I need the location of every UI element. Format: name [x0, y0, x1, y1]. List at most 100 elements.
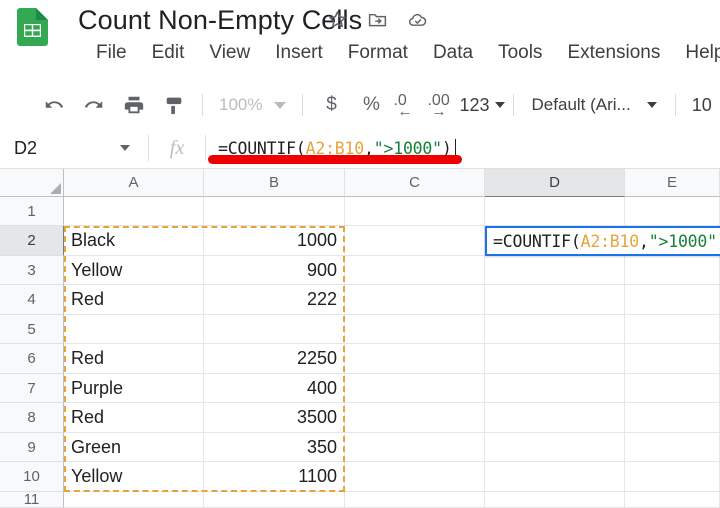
move-to-folder-icon[interactable]	[367, 9, 388, 30]
paint-format-icon[interactable]	[159, 90, 189, 120]
cell-E4[interactable]	[625, 285, 720, 315]
cell-B5[interactable]	[204, 315, 345, 344]
cell-C5[interactable]	[345, 315, 485, 344]
cell-E10[interactable]	[625, 462, 720, 492]
cell-B7[interactable]: 400	[204, 374, 345, 403]
cell-C2[interactable]	[345, 226, 485, 256]
row-header-11[interactable]: 11	[0, 491, 64, 508]
font-family-selector[interactable]: Default (Ari...	[522, 95, 667, 115]
cell-E9[interactable]	[625, 433, 720, 462]
cell-A9[interactable]: Green	[64, 433, 204, 462]
cell-C9[interactable]	[345, 433, 485, 462]
menu-item-tools[interactable]: Tools	[498, 40, 542, 66]
cell-E7[interactable]	[625, 374, 720, 403]
column-header-c[interactable]: C	[345, 169, 485, 197]
number-format-menu[interactable]: 123	[459, 95, 505, 116]
cell-D7[interactable]	[485, 374, 625, 403]
font-size-value[interactable]: 10	[684, 95, 712, 116]
cell-A5[interactable]	[64, 315, 204, 344]
cell-C1[interactable]	[345, 197, 485, 226]
cell-E11[interactable]	[625, 492, 720, 508]
cell-D5[interactable]	[485, 315, 625, 344]
name-box[interactable]: D2	[0, 128, 148, 168]
cell-A6[interactable]: Red	[64, 344, 204, 374]
menu-item-insert[interactable]: Insert	[275, 40, 323, 66]
select-all-corner[interactable]	[0, 169, 64, 197]
cell-editor-d2[interactable]: =COUNTIF(A2:B10,">1000")	[485, 226, 720, 256]
cell-A4[interactable]: Red	[64, 285, 204, 315]
cell-C7[interactable]	[345, 374, 485, 403]
cell-D6[interactable]	[485, 344, 625, 374]
cell-E5[interactable]	[625, 315, 720, 344]
row-header-1[interactable]: 1	[0, 197, 64, 226]
menu-item-view[interactable]: View	[209, 40, 250, 66]
cell-B6[interactable]: 2250	[204, 344, 345, 374]
cell-B10[interactable]: 1100	[204, 462, 345, 492]
cell-D9[interactable]	[485, 433, 625, 462]
menu-item-extensions[interactable]: Extensions	[567, 40, 660, 66]
column-header-d[interactable]: D	[485, 169, 625, 197]
cloud-saved-icon[interactable]	[407, 9, 428, 30]
cell-D3[interactable]	[485, 256, 625, 285]
cell-C10[interactable]	[345, 462, 485, 492]
column-header-e[interactable]: E	[625, 169, 720, 197]
cell-B9[interactable]: 350	[204, 433, 345, 462]
row-header-9[interactable]: 9	[0, 433, 64, 462]
cell-B11[interactable]	[204, 492, 345, 508]
star-icon[interactable]	[327, 9, 348, 30]
menu-item-help[interactable]: Help	[685, 40, 720, 66]
row-header-8[interactable]: 8	[0, 403, 64, 433]
decrease-decimal-button[interactable]: .0 ←	[391, 90, 425, 120]
menu-item-edit[interactable]: Edit	[152, 40, 185, 66]
cell-A10[interactable]: Yellow	[64, 462, 204, 492]
column-header-a[interactable]: A	[64, 169, 204, 197]
cell-B1[interactable]	[204, 197, 345, 226]
row-header-6[interactable]: 6	[0, 344, 64, 374]
redo-icon[interactable]	[79, 90, 109, 120]
cell-E6[interactable]	[625, 344, 720, 374]
cell-D4[interactable]	[485, 285, 625, 315]
menu-item-file[interactable]: File	[96, 40, 127, 66]
editor-comma: ,	[639, 231, 649, 251]
cell-D11[interactable]	[485, 492, 625, 508]
zoom-control[interactable]: 100%	[211, 95, 294, 115]
currency-format-button[interactable]: $	[316, 90, 346, 120]
percent-format-button[interactable]: %	[356, 90, 386, 120]
cell-A11[interactable]	[64, 492, 204, 508]
row-header-3[interactable]: 3	[0, 256, 64, 285]
print-icon[interactable]	[119, 90, 149, 120]
cell-C3[interactable]	[345, 256, 485, 285]
row-header-4[interactable]: 4	[0, 285, 64, 315]
cell-B4[interactable]: 222	[204, 285, 345, 315]
cell-B8[interactable]: 3500	[204, 403, 345, 433]
row-header-10[interactable]: 10	[0, 462, 64, 492]
column-header-b[interactable]: B	[204, 169, 345, 197]
cell-C8[interactable]	[345, 403, 485, 433]
cell-E3[interactable]	[625, 256, 720, 285]
cell-value: Yellow	[71, 466, 123, 486]
cell-C6[interactable]	[345, 344, 485, 374]
undo-icon[interactable]	[39, 90, 69, 120]
cell-C4[interactable]	[345, 285, 485, 315]
cell-E8[interactable]	[625, 403, 720, 433]
cell-A1[interactable]	[64, 197, 204, 226]
document-title[interactable]: Count Non-Empty Cells	[78, 2, 362, 38]
cell-C11[interactable]	[345, 492, 485, 508]
cell-D8[interactable]	[485, 403, 625, 433]
cell-A3[interactable]: Yellow	[64, 256, 204, 285]
row-header-5[interactable]: 5	[0, 315, 64, 344]
cell-D10[interactable]	[485, 462, 625, 492]
cell-A8[interactable]: Red	[64, 403, 204, 433]
menu-item-format[interactable]: Format	[348, 40, 408, 66]
cell-D1[interactable]	[485, 197, 625, 226]
cell-A7[interactable]: Purple	[64, 374, 204, 403]
cell-A2[interactable]: Black	[64, 226, 204, 256]
increase-decimal-button[interactable]: .00 →	[425, 90, 459, 120]
cell-B3[interactable]: 900	[204, 256, 345, 285]
row-header-7[interactable]: 7	[0, 374, 64, 403]
cell-B2[interactable]: 1000	[204, 226, 345, 256]
row-header-2[interactable]: 2	[0, 226, 64, 256]
toolbar-divider-1	[202, 94, 203, 116]
cell-E1[interactable]	[625, 197, 720, 226]
menu-item-data[interactable]: Data	[433, 40, 473, 66]
